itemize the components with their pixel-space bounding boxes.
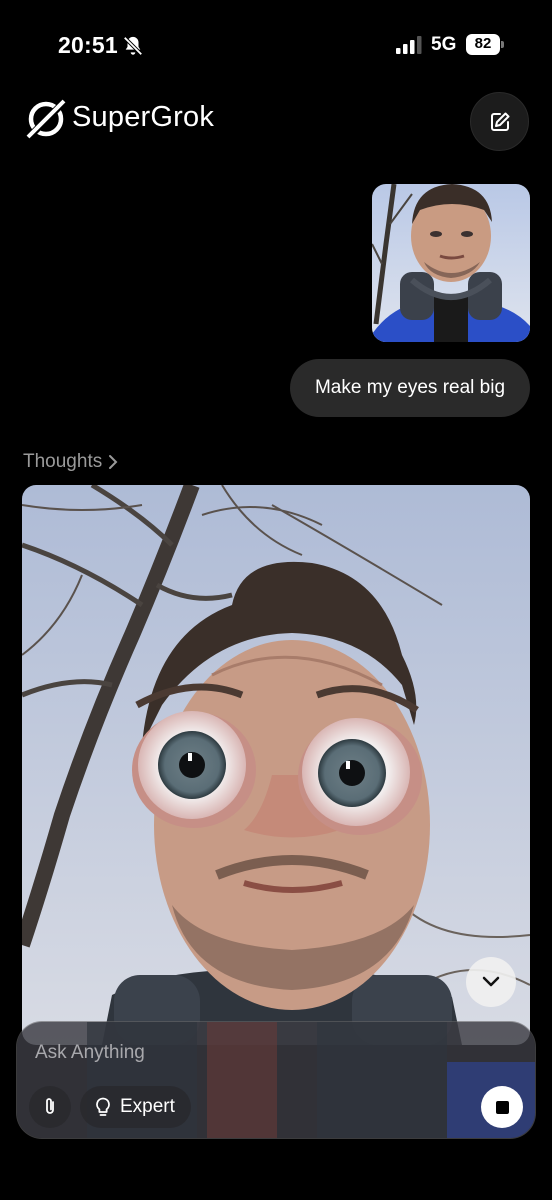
user-message-bubble[interactable]: Make my eyes real big bbox=[290, 359, 530, 417]
stop-icon bbox=[495, 1100, 509, 1114]
mode-selector-button[interactable]: Expert bbox=[80, 1086, 191, 1128]
clock: 20:51 bbox=[58, 32, 118, 58]
mode-label: Expert bbox=[120, 1096, 175, 1117]
paperclip-icon bbox=[46, 1098, 54, 1114]
chevron-right-icon bbox=[109, 455, 118, 469]
signal-icon bbox=[396, 36, 422, 54]
attach-button[interactable] bbox=[29, 1086, 71, 1128]
prompt-input[interactable] bbox=[35, 1040, 495, 1066]
app-title: SuperGrok bbox=[72, 101, 215, 133]
composer: Expert bbox=[16, 1021, 536, 1139]
battery-icon: 82 bbox=[466, 34, 504, 55]
chevron-down-icon bbox=[482, 976, 500, 987]
status-bar: 20:51 5G 82 bbox=[0, 0, 552, 90]
lightbulb-icon bbox=[96, 1097, 110, 1116]
user-uploaded-photo[interactable] bbox=[372, 184, 530, 342]
stop-generation-button[interactable] bbox=[481, 1086, 523, 1128]
generated-image[interactable] bbox=[22, 485, 530, 1045]
thoughts-toggle[interactable]: Thoughts bbox=[23, 451, 118, 473]
network-type: 5G bbox=[431, 34, 457, 55]
thoughts-label: Thoughts bbox=[23, 451, 103, 472]
grok-logo-icon bbox=[26, 99, 67, 139]
bell-slash-icon bbox=[123, 36, 143, 56]
compose-icon bbox=[490, 112, 509, 131]
scroll-down-button[interactable] bbox=[466, 957, 516, 1007]
new-chat-button[interactable] bbox=[470, 92, 529, 151]
battery-level: 82 bbox=[474, 35, 492, 52]
